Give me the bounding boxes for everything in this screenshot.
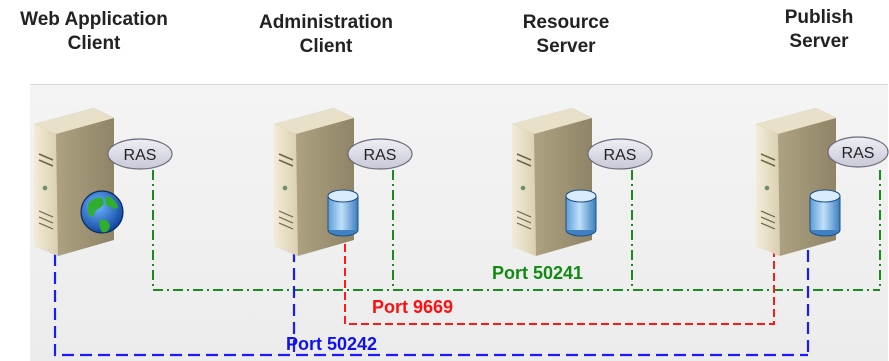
port-label-50241: Port 50241	[492, 263, 583, 283]
server-web-application-client: RAS	[34, 108, 173, 256]
database-icon	[565, 189, 597, 237]
port-label-50242: Port 50242	[286, 334, 377, 354]
ras-label: RAS	[124, 147, 157, 164]
globe-icon	[80, 190, 124, 234]
ras-badge: RAS	[347, 138, 413, 170]
server-administration-client: RAS	[274, 108, 413, 256]
ras-label: RAS	[364, 147, 397, 164]
network-diagram: Port 50241 Port 9669 Port 50242 RAS RAS …	[34, 108, 889, 357]
port-label-9669: Port 9669	[372, 297, 453, 317]
connection-port-50242	[53, 232, 810, 357]
ras-badge: RAS	[587, 138, 653, 170]
database-icon	[809, 189, 841, 237]
server-publish-server: RAS	[756, 108, 889, 256]
ras-label: RAS	[842, 145, 875, 162]
server-tower-icon	[34, 108, 114, 256]
ras-badge: RAS	[107, 138, 173, 170]
ras-badge: RAS	[827, 136, 889, 168]
database-icon	[327, 189, 359, 237]
ras-label: RAS	[604, 147, 637, 164]
